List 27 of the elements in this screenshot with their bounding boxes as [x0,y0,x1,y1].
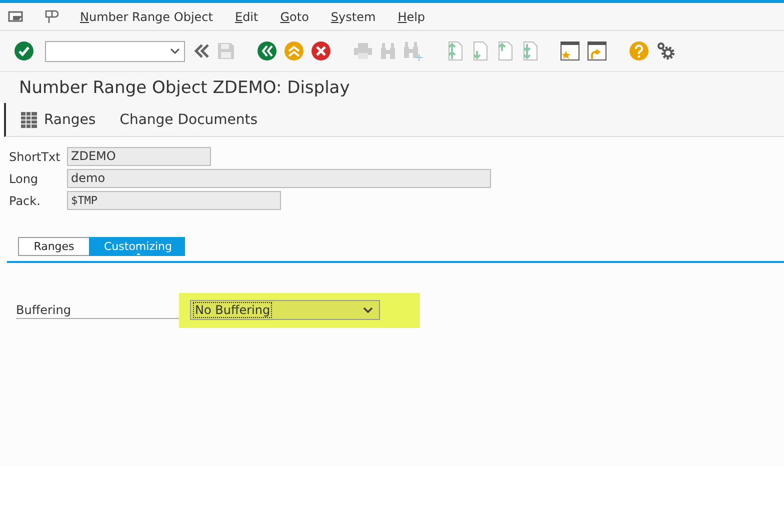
menu-item[interactable]: System [330,10,376,24]
readonly-field: ZDEMO [67,147,211,166]
menu-item[interactable]: Goto [280,10,309,24]
command-field[interactable] [45,40,185,62]
screen-title: Number Range Object ZDEMO: Display [0,71,784,103]
layout-icon[interactable] [44,8,60,24]
menu-item[interactable]: Number Range Object [80,10,213,24]
settings-icon[interactable] [656,41,676,61]
cancel-icon[interactable] [311,41,331,61]
field-label: Pack. [9,194,42,208]
caret-icon[interactable] [170,48,180,54]
toolbar-button[interactable]: Ranges [18,108,104,130]
field-label: Long [9,172,40,186]
toolbar-button[interactable]: Change Documents [118,110,266,130]
checkmark-icon[interactable] [14,41,34,61]
menu-item[interactable]: Help [398,10,426,24]
field-label: ShortTxt [9,150,62,164]
menu-item[interactable]: Edit [234,10,258,24]
double-chevron-icon[interactable] [194,44,210,58]
buffering-dropdown[interactable]: No Buffering [190,300,380,320]
readonly-field: demo [67,169,491,188]
menu-icon[interactable] [8,10,24,22]
tab[interactable]: Ranges [18,237,89,256]
caret-icon[interactable] [363,307,373,313]
readonly-field: $TMP [67,191,281,210]
back-icon[interactable] [257,41,277,61]
table-icon [20,110,38,128]
